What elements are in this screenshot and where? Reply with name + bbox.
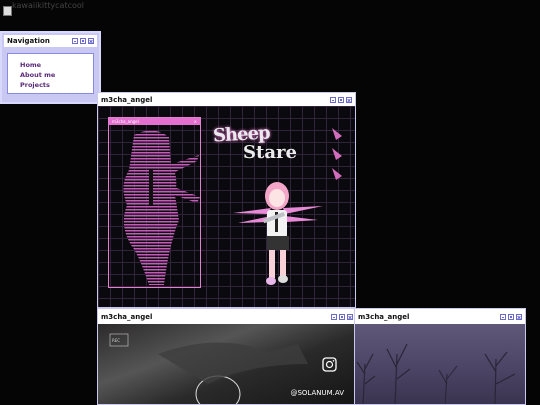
maximize-icon[interactable] [508,313,514,320]
camera-photo: REC @SOLANUM.AV [98,324,356,404]
close-icon[interactable] [516,313,522,320]
photo-right-title: m3cha_angel [358,312,410,321]
maximize-icon[interactable] [339,313,345,320]
broken-image-icon [3,6,12,16]
instagram-handle: @SOLANUM.AV [290,389,344,397]
nav-link-home[interactable]: Home [20,60,93,70]
bare-trees-illustration [356,343,516,404]
inner-art-window: m3cha_angel × [108,117,201,288]
minimize-icon[interactable] [72,38,78,44]
nav-link-about[interactable]: About me [20,70,93,80]
maximize-icon[interactable] [338,96,344,103]
navigation-titlebar[interactable]: Navigation [4,35,97,47]
angel-character-illustration [233,182,323,285]
inner-window-titlebar: m3cha_angel × [109,118,200,125]
photo-window-left: m3cha_angel REC @SOLANUM.AV [97,308,357,405]
minimize-icon[interactable] [330,96,336,103]
photo-left-titlebar[interactable]: m3cha_angel [98,309,356,324]
photo-window-right: m3cha_angel [354,308,526,405]
inner-close-icon: × [193,119,197,124]
rec-label: REC [112,338,121,343]
nav-link-projects[interactable]: Projects [20,80,93,90]
minimize-icon[interactable] [331,313,337,320]
minimize-icon[interactable] [500,313,506,320]
main-art-window: m3cha_angel m3cha_angel × Sheep Stare [97,92,356,308]
pink-ornament-icons [332,128,342,180]
photo-left-title: m3cha_angel [101,312,153,321]
navigation-window: Navigation Home About me Projects [0,31,101,104]
striped-character-illustration [123,130,200,285]
inner-window-title: m3cha_angel [112,119,139,124]
photo-right-titlebar[interactable]: m3cha_angel [355,309,525,324]
close-icon[interactable] [88,38,94,44]
close-icon[interactable] [346,96,352,103]
main-titlebar[interactable]: m3cha_angel [98,93,355,106]
tree-photo [355,324,525,404]
navigation-title: Navigation [7,37,50,45]
main-window-title: m3cha_angel [101,95,153,104]
artwork-canvas: m3cha_angel × Sheep Stare [98,106,355,307]
logo-text-line2: Stare [243,142,297,163]
maximize-icon[interactable] [80,38,86,44]
broken-image-alt: kawaiikittycatcool [12,1,84,10]
navigation-body: Home About me Projects [7,53,94,94]
close-icon[interactable] [347,313,353,320]
